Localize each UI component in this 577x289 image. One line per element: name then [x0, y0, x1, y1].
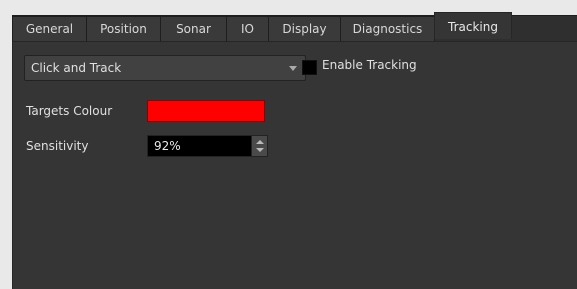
- sensitivity-value: 92%: [154, 139, 181, 153]
- spin-down-icon[interactable]: [256, 148, 264, 152]
- tab-general[interactable]: General: [12, 16, 87, 41]
- targets-colour-label: Targets Colour: [26, 104, 113, 118]
- settings-window: General Position Sonar IO Display Diagno…: [0, 0, 577, 289]
- tab-display[interactable]: Display: [268, 16, 341, 41]
- tab-sonar[interactable]: Sonar: [160, 16, 227, 41]
- tracking-mode-select[interactable]: Click and Track: [24, 55, 306, 81]
- targets-colour-swatch[interactable]: [147, 100, 265, 122]
- tab-position[interactable]: Position: [86, 16, 161, 41]
- tab-tracking[interactable]: Tracking: [434, 12, 512, 39]
- tracking-panel: Click and Track Enable Tracking Targets …: [12, 41, 577, 289]
- tab-io[interactable]: IO: [226, 16, 269, 41]
- sensitivity-stepper[interactable]: [251, 136, 267, 156]
- enable-tracking-label[interactable]: Enable Tracking: [322, 58, 417, 72]
- tab-diagnostics[interactable]: Diagnostics: [340, 16, 435, 41]
- enable-tracking-checkbox[interactable]: [302, 60, 317, 75]
- spin-up-icon[interactable]: [256, 140, 264, 144]
- sensitivity-spinbox[interactable]: 92%: [147, 135, 268, 157]
- tab-bar: General Position Sonar IO Display Diagno…: [12, 12, 577, 42]
- sensitivity-label: Sensitivity: [26, 139, 89, 153]
- tracking-mode-value: Click and Track: [31, 61, 122, 75]
- chevron-down-icon: [289, 66, 297, 71]
